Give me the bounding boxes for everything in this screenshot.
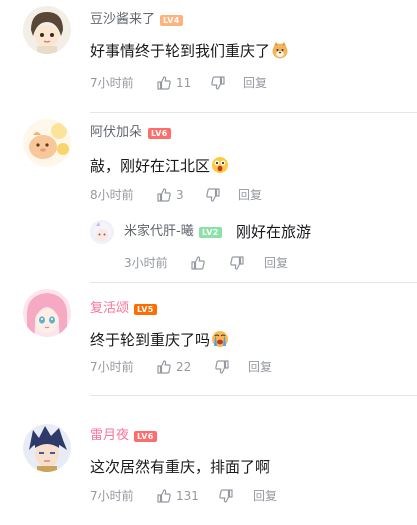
timestamp: 7小时前 [90, 76, 134, 90]
comment-meta: 7小时前 22 回复 [90, 358, 390, 376]
level-badge: LV2 [199, 227, 222, 238]
dislike-icon[interactable] [214, 359, 230, 375]
dislike-icon[interactable] [218, 488, 234, 504]
like-icon[interactable] [190, 255, 206, 271]
reply-username[interactable]: 米家代肝-曦 [124, 224, 194, 240]
username[interactable]: 雷月夜 [90, 428, 129, 444]
comment-text: 好事情终于轮到我们重庆了 [90, 41, 289, 61]
comment-meta: 7小时前 131 回复 [90, 487, 390, 505]
surprised-emoji [211, 156, 229, 174]
comment-meta: 8小时前 3 回复 [90, 186, 390, 204]
timestamp: 7小时前 [90, 360, 134, 374]
reply-button[interactable]: 回复 [243, 74, 267, 92]
comment-text: 终于轮到重庆了吗 [90, 330, 229, 350]
dislike-icon[interactable] [210, 75, 226, 91]
level-badge: LV4 [160, 15, 183, 26]
crying-emoji [211, 330, 229, 348]
comment-body: 这次居然有重庆，排面了啊 [90, 458, 271, 476]
like-count: 22 [176, 360, 192, 374]
comment-body: 敲，刚好在江北区 [90, 157, 211, 175]
doge-emoji [271, 41, 289, 59]
level-badge: LV6 [134, 431, 157, 442]
like-icon[interactable] [156, 488, 172, 504]
avatar[interactable] [23, 6, 71, 54]
comment-meta: 7小时前 11 回复 [90, 74, 390, 92]
reply-avatar[interactable] [90, 220, 114, 244]
comment-item: 雷月夜 LV6 这次居然有重庆，排面了啊 7小时前 131 回复 [0, 396, 417, 525]
level-badge: LV5 [134, 304, 157, 315]
avatar[interactable] [23, 119, 71, 167]
username[interactable]: 阿伏加朵 [90, 125, 142, 141]
reply-button[interactable]: 回复 [253, 487, 277, 505]
reply-button[interactable]: 回复 [238, 186, 262, 204]
like-count: 11 [176, 76, 192, 90]
username[interactable]: 复活颂 [90, 301, 129, 317]
comment-text: 敲，刚好在江北区 [90, 156, 229, 176]
reply-button[interactable]: 回复 [248, 358, 272, 376]
timestamp: 3小时前 [124, 256, 168, 270]
comment-item: 复活颂 LV5 终于轮到重庆了吗 7小时前 22 回复 [0, 283, 417, 396]
avatar[interactable] [23, 424, 71, 472]
reply-item: 米家代肝-曦 LV2 刚好在旅游 3小时前 回复 [90, 216, 417, 276]
dislike-icon[interactable] [229, 255, 245, 271]
reply-text: 刚好在旅游 [236, 223, 312, 241]
timestamp: 7小时前 [90, 489, 134, 503]
reply-button[interactable]: 回复 [264, 254, 288, 272]
reply-meta: 3小时前 回复 [124, 254, 384, 272]
comment-body: 好事情终于轮到我们重庆了 [90, 42, 271, 60]
like-count: 131 [176, 489, 199, 503]
avatar[interactable] [23, 289, 71, 337]
timestamp: 8小时前 [90, 188, 134, 202]
like-icon[interactable] [156, 75, 172, 91]
dislike-icon[interactable] [205, 187, 221, 203]
username[interactable]: 豆沙酱来了 [90, 12, 155, 28]
comment-item: 豆沙酱来了 LV4 好事情终于轮到我们重庆了 7小时前 11 回复 [0, 0, 417, 120]
comment-item: 阿伏加朵 LV6 敲，刚好在江北区 8小时前 3 回复 米家代肝-曦 LV2 刚… [0, 113, 417, 283]
comment-body: 终于轮到重庆了吗 [90, 331, 211, 349]
comment-text: 这次居然有重庆，排面了啊 [90, 457, 270, 477]
like-icon[interactable] [156, 359, 172, 375]
like-count: 3 [176, 188, 184, 202]
like-icon[interactable] [156, 187, 172, 203]
level-badge: LV6 [148, 128, 171, 139]
